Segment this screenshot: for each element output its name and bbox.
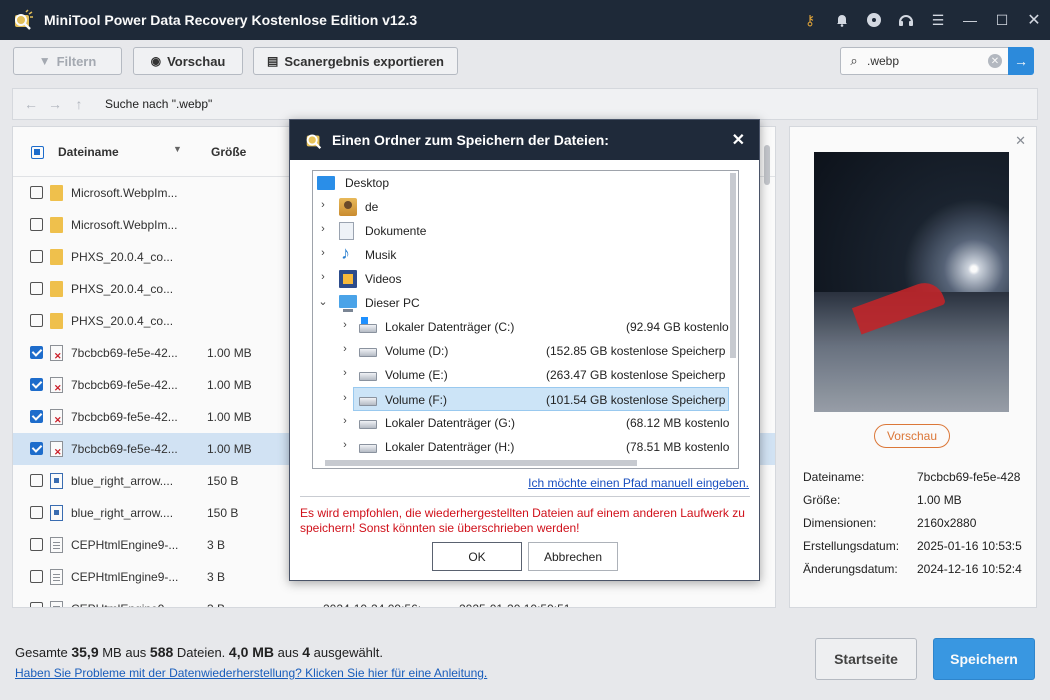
expand-arrow-icon[interactable]: ›: [339, 319, 351, 331]
tree-item[interactable]: ⌄ Dieser PC: [313, 291, 733, 315]
tree-item-label: de: [365, 200, 379, 214]
tree-item-label: Videos: [365, 272, 402, 286]
tree-item-label: Volume (D:): [385, 344, 449, 358]
expand-arrow-icon[interactable]: ›: [317, 247, 329, 259]
dialog-title-bar: Einen Ordner zum Speichern der Dateien: …: [290, 120, 759, 160]
tree-item[interactable]: › Lokaler Datenträger (H:) (78.51 MB koste…: [313, 435, 733, 459]
expand-arrow-icon[interactable]: ›: [339, 439, 351, 451]
tree-item-label: Musik: [365, 248, 397, 262]
cancel-button[interactable]: Abbrechen: [528, 542, 618, 571]
tree-item[interactable]: › Videos: [313, 267, 733, 291]
dialog-title: Einen Ordner zum Speichern der Dateien:: [332, 132, 609, 148]
drive-free-space: (101.54 GB kostenlose Speicherp: [546, 393, 726, 407]
tree-item[interactable]: › de: [313, 195, 733, 219]
dialog-logo-icon: [306, 134, 322, 149]
dialog-close-icon[interactable]: ✕: [732, 130, 745, 150]
video-icon: [339, 270, 357, 288]
expand-arrow-icon[interactable]: ⌄: [317, 295, 329, 308]
tree-item[interactable]: › Lokaler Datenträger (G:) (68.12 MB koste…: [313, 411, 733, 435]
expand-arrow-icon[interactable]: ›: [317, 223, 329, 235]
save-folder-dialog: Einen Ordner zum Speichern der Dateien: …: [289, 119, 760, 581]
tree-item-label: Volume (E:): [385, 368, 448, 382]
expand-arrow-icon[interactable]: ›: [339, 367, 351, 379]
tree-item-label: Dokumente: [365, 224, 427, 238]
drive-free-space: (92.94 GB kostenlo: [626, 320, 729, 334]
drive-free-space: (68.12 MB kostenlo: [626, 416, 730, 430]
drive-icon: [359, 317, 377, 333]
tree-item[interactable]: Desktop: [313, 171, 733, 195]
tree-item[interactable]: › Volume (F:) (101.54 GB kostenlose Speich…: [343, 387, 729, 411]
drive-free-space: (152.85 GB kostenlose Speicherp: [546, 344, 726, 358]
tree-item[interactable]: › Musik: [313, 243, 733, 267]
tree-item-label: Lokaler Datenträger (G:): [385, 416, 516, 430]
tree-item[interactable]: › Dokumente: [313, 219, 733, 243]
drive-icon: [359, 420, 377, 429]
drive-icon: [359, 348, 377, 357]
tree-item-label: Lokaler Datenträger (H:): [385, 440, 515, 454]
drive-icon: [359, 444, 377, 453]
expand-arrow-icon[interactable]: ›: [339, 392, 351, 404]
tree-item-label: Dieser PC: [365, 296, 420, 310]
music-icon: [339, 243, 357, 264]
drive-icon: [359, 372, 377, 381]
folder-tree: Desktop › de › Dokumente › Musik › Videos ⌄ Dieser…: [312, 170, 739, 469]
docs-icon: [339, 222, 354, 240]
expand-arrow-icon[interactable]: ›: [317, 199, 329, 211]
ok-button[interactable]: OK: [432, 542, 522, 571]
expand-arrow-icon[interactable]: ›: [339, 415, 351, 427]
drive-icon: [359, 397, 377, 406]
user-icon: [339, 198, 357, 216]
drive-free-space: (78.51 MB kostenlo: [626, 440, 730, 454]
dialog-divider: [300, 496, 750, 497]
manual-path-link[interactable]: Ich möchte einen Pfad manuell eingeben.: [528, 476, 749, 490]
tree-item-label: Desktop: [345, 176, 390, 190]
tree-item[interactable]: › Volume (D:) (152.85 GB kostenlose Speich…: [313, 339, 733, 363]
drive-free-space: (263.47 GB kostenlose Speicherp: [546, 368, 726, 382]
tree-item-label: Lokaler Datenträger (C:): [385, 320, 515, 334]
desktop-icon: [317, 176, 335, 190]
tree-item[interactable]: › Volume (E:) (263.47 GB kostenlose Speich…: [313, 363, 733, 387]
expand-arrow-icon[interactable]: ›: [339, 343, 351, 355]
tree-horizontal-scrollbar[interactable]: [325, 460, 637, 466]
pc-icon: [339, 295, 357, 312]
tree-item[interactable]: › Lokaler Datenträger (C:) (92.94 GB koste…: [313, 315, 733, 339]
tree-item-label: Volume (F:): [385, 393, 448, 407]
expand-arrow-icon[interactable]: ›: [317, 271, 329, 283]
overwrite-warning: Es wird empfohlen, die wiederhergestellt…: [300, 506, 745, 535]
tree-vertical-scrollbar[interactable]: [730, 173, 736, 358]
